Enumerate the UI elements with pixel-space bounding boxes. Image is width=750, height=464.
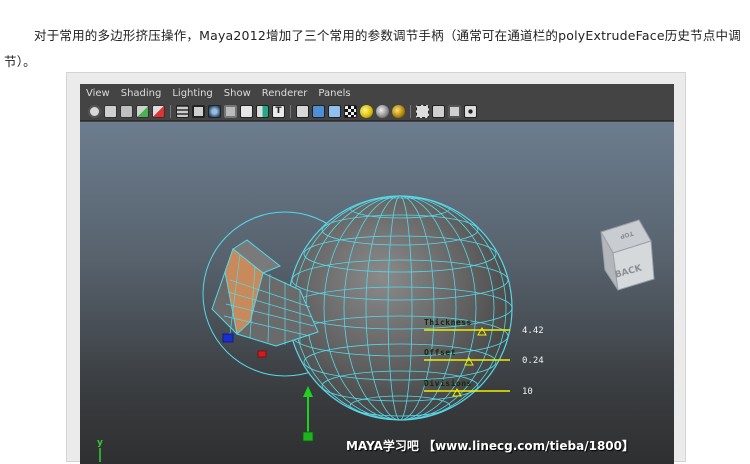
viewport-scene: BACK TOP Thickness 4.42 Offset 0.24 Divi… [97,195,655,462]
toolbar-separator [170,105,171,118]
safe-action-icon[interactable] [256,105,269,118]
gate-mask-icon[interactable] [224,105,237,118]
xray-icon[interactable] [432,105,445,118]
shadows-icon[interactable] [376,105,389,118]
sphere-mesh[interactable] [287,195,513,421]
handle-offset-label: Offset [424,348,456,357]
menu-show[interactable]: Show [224,88,251,99]
menu-panels[interactable]: Panels [318,88,350,99]
handle-divisions-value: 10 [522,387,533,397]
film-gate-icon[interactable] [192,105,205,118]
toolbar-separator [290,105,291,118]
isolate-select-icon[interactable] [416,105,429,118]
menu-renderer[interactable]: Renderer [262,88,308,99]
xray-joints-icon[interactable] [448,105,461,118]
grid-icon[interactable] [176,105,189,118]
wireframe-on-shaded-icon[interactable] [328,105,341,118]
smooth-shade-icon[interactable] [312,105,325,118]
resolution-gate-icon[interactable] [208,105,221,118]
safe-title-icon[interactable]: T [272,105,285,118]
field-chart-icon[interactable] [240,105,253,118]
handle-thickness-value: 4.42 [522,326,544,336]
ambient-occlusion-icon[interactable] [392,105,405,118]
handle-thickness-label: Thickness [424,317,472,327]
watermark-text: MAYA学习吧 【www.linecg.com/tieba/1800】 [345,439,634,453]
select-camera-icon[interactable] [88,105,101,118]
menu-lighting[interactable]: Lighting [172,88,212,99]
panel-toolbar: T [80,103,674,121]
panel-menubar: View Shading Lighting Show Renderer Pane… [80,84,674,103]
bookmark-icon[interactable] [136,105,149,118]
handle-offset-value: 0.24 [522,356,544,366]
toolbar-separator [410,105,411,118]
textured-icon[interactable] [344,105,357,118]
view-cube[interactable]: BACK TOP [600,219,655,291]
lock-camera-icon[interactable] [104,105,117,118]
image-plane-icon[interactable] [152,105,165,118]
maya-viewport-panel: View Shading Lighting Show Renderer Pane… [80,84,674,464]
3d-viewport[interactable]: BACK TOP Thickness 4.42 Offset 0.24 Divi… [80,122,674,464]
axis-indicator: y [97,438,103,462]
handle-divisions-label: Divisions [424,378,472,388]
article-paragraph: 对于常用的多边形挤压操作，Maya2012增加了三个常用的参数调节手柄（通常可在… [4,27,741,69]
use-all-lights-icon[interactable] [360,105,373,118]
xray-components-icon[interactable] [464,105,477,118]
menu-view[interactable]: View [86,88,110,99]
camera-attributes-icon[interactable] [120,105,133,118]
axis-y-label: y [97,438,103,448]
wireframe-icon[interactable] [296,105,309,118]
menu-shading[interactable]: Shading [121,88,162,99]
extrude-manipulator[interactable] [302,386,314,442]
